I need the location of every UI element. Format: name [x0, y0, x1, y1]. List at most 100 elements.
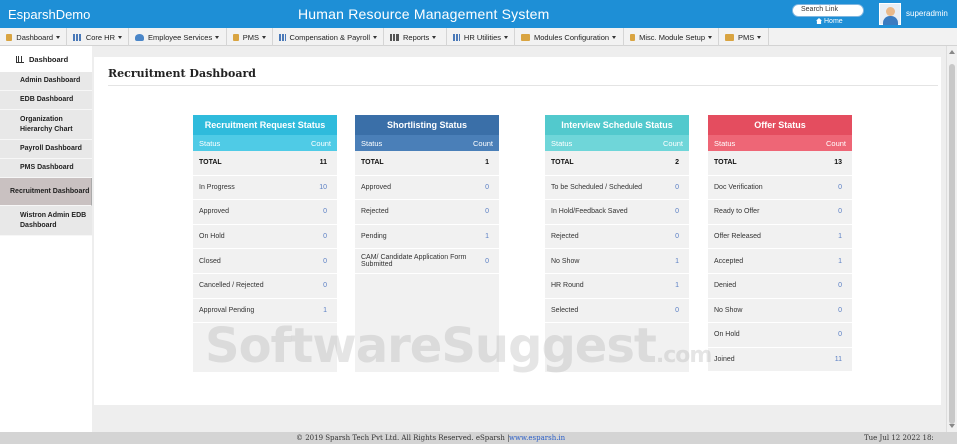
chevron-down-icon — [118, 35, 122, 39]
count-link[interactable]: 0 — [838, 331, 842, 338]
chevron-down-icon — [373, 35, 377, 39]
table-row: To be Scheduled / Scheduled 0 — [545, 176, 689, 201]
count-link[interactable]: 0 — [323, 282, 327, 289]
count-link[interactable]: 1 — [485, 233, 489, 240]
table-row: In Progress 10 — [193, 176, 337, 201]
table-row: Offer Released 1 — [708, 225, 852, 250]
menu-core-hr[interactable]: Core HR — [67, 28, 129, 46]
main-menu: Dashboard Core HR Employee Services PMS … — [0, 28, 957, 46]
table-row: TOTAL 11 — [193, 151, 337, 176]
folder-icon — [233, 33, 239, 41]
count-link[interactable]: 0 — [838, 307, 842, 314]
count-link[interactable]: 1 — [675, 258, 679, 265]
count-link[interactable]: 0 — [675, 184, 679, 191]
count-link[interactable]: 1 — [838, 258, 842, 265]
folder-icon — [630, 33, 636, 41]
footer: © 2019 Sparsh Tech Pvt Ltd. All Rights R… — [0, 432, 957, 444]
folder-icon — [521, 33, 530, 41]
menu-dashboard[interactable]: Dashboard — [0, 28, 67, 46]
sidebar-item-recruitment-dashboard[interactable]: Recruitment Dashboard — [0, 178, 92, 206]
scroll-thumb[interactable] — [949, 64, 955, 424]
home-label: Home — [824, 18, 843, 25]
table-row: On Hold 0 — [193, 225, 337, 250]
scroll-up-icon[interactable] — [949, 50, 955, 54]
footer-datetime: Tue Jul 12 2022 18: — [864, 434, 934, 442]
menu-reports[interactable]: Reports — [384, 28, 447, 46]
table-row: No Show 0 — [708, 299, 852, 324]
count-link[interactable]: 0 — [675, 233, 679, 240]
table-row: Accepted 1 — [708, 249, 852, 274]
table-row: On Hold 0 — [708, 323, 852, 348]
table-row: TOTAL 13 — [708, 151, 852, 176]
count-link[interactable]: 1 — [838, 233, 842, 240]
count-link[interactable]: 10 — [319, 184, 327, 191]
scroll-down-icon[interactable] — [949, 424, 955, 428]
username[interactable]: superadmin — [906, 9, 948, 18]
table-row: TOTAL 1 — [355, 151, 499, 176]
offer-status-card: Offer Status Status Count TOTAL 13 Doc Ver… — [708, 115, 852, 373]
card-header-row: Status Count — [545, 135, 689, 151]
card-title: Offer Status — [708, 115, 852, 135]
table-row: Rejected 0 — [545, 225, 689, 250]
menu-employee-services[interactable]: Employee Services — [129, 28, 227, 46]
table-row: TOTAL 2 — [545, 151, 689, 176]
menu-hr-utilities[interactable]: HR Utilities — [447, 28, 515, 46]
recruitment-request-status-card: Recruitment Request Status Status Count T… — [193, 115, 337, 372]
grid-icon — [73, 33, 82, 41]
divider — [108, 85, 938, 86]
count-link[interactable]: 0 — [675, 208, 679, 215]
table-row: Approved 0 — [355, 176, 499, 201]
bar-chart-icon — [390, 33, 399, 41]
sidebar-item-payroll-dashboard[interactable]: Payroll Dashboard — [0, 140, 92, 159]
vertical-scrollbar[interactable] — [946, 46, 957, 432]
table-row: Closed 0 — [193, 249, 337, 274]
footer-copyright: © 2019 Sparsh Tech Pvt Ltd. All Rights R… — [296, 434, 510, 442]
table-row: HR Round 1 — [545, 274, 689, 299]
sidebar-item-edb-dashboard[interactable]: EDB Dashboard — [0, 91, 92, 110]
menu-pms[interactable]: PMS — [227, 28, 273, 46]
home-icon — [816, 18, 822, 24]
sidebar-item-admin-dashboard[interactable]: Admin Dashboard — [0, 72, 92, 91]
menu-misc-module-setup[interactable]: Misc. Module Setup — [624, 28, 719, 46]
count-link[interactable]: 0 — [323, 208, 327, 215]
chevron-down-icon — [262, 35, 266, 39]
menu-modules-configuration[interactable]: Modules Configuration — [515, 28, 624, 46]
grid-icon — [279, 33, 286, 41]
sidebar-heading[interactable]: Dashboard — [0, 46, 92, 72]
count-link[interactable]: 1 — [323, 307, 327, 314]
count-link[interactable]: 1 — [675, 282, 679, 289]
table-row: No Show 1 — [545, 249, 689, 274]
folder-icon — [6, 33, 13, 41]
chevron-down-icon — [708, 35, 712, 39]
chevron-down-icon — [56, 35, 60, 39]
count-link[interactable]: 0 — [485, 184, 489, 191]
count-link[interactable]: 0 — [675, 307, 679, 314]
sidebar-item-organization-hierarchy-chart[interactable]: Organization Hierarchy Chart — [0, 110, 92, 140]
count-link[interactable]: 0 — [323, 258, 327, 265]
table-row: Joined 11 — [708, 348, 852, 373]
brand-name[interactable]: EsparshDemo — [8, 7, 90, 22]
menu-pms-2[interactable]: PMS — [719, 28, 769, 46]
count-link[interactable]: 0 — [838, 208, 842, 215]
footer-website-link[interactable]: www.esparsh.in — [509, 434, 565, 442]
sidebar-item-pms-dashboard[interactable]: PMS Dashboard — [0, 159, 92, 178]
chevron-down-icon — [432, 35, 437, 39]
count-link[interactable]: 11 — [835, 356, 842, 363]
chevron-down-icon — [504, 35, 508, 39]
table-row: Rejected 0 — [355, 200, 499, 225]
count-link[interactable]: 0 — [838, 282, 842, 289]
grid-icon — [453, 33, 460, 41]
user-avatar[interactable] — [879, 3, 901, 25]
count-link[interactable]: 0 — [323, 233, 327, 240]
count-link[interactable]: 0 — [485, 258, 489, 265]
sidebar-item-wistron-admin-edb-dashboard[interactable]: Wistron Admin EDB Dashboard — [0, 206, 92, 236]
count-link[interactable]: 0 — [485, 208, 489, 215]
system-title: Human Resource Management System — [298, 6, 550, 22]
home-link[interactable]: Home — [816, 18, 843, 25]
table-row: Approval Pending 1 — [193, 299, 337, 324]
count-link[interactable]: 0 — [838, 184, 842, 191]
search-link-input[interactable]: Search Link — [792, 4, 864, 17]
card-header-row: Status Count — [193, 135, 337, 151]
top-header: EsparshDemo Human Resource Management Sy… — [0, 0, 957, 28]
menu-compensation-payroll[interactable]: Compensation & Payroll — [273, 28, 384, 46]
